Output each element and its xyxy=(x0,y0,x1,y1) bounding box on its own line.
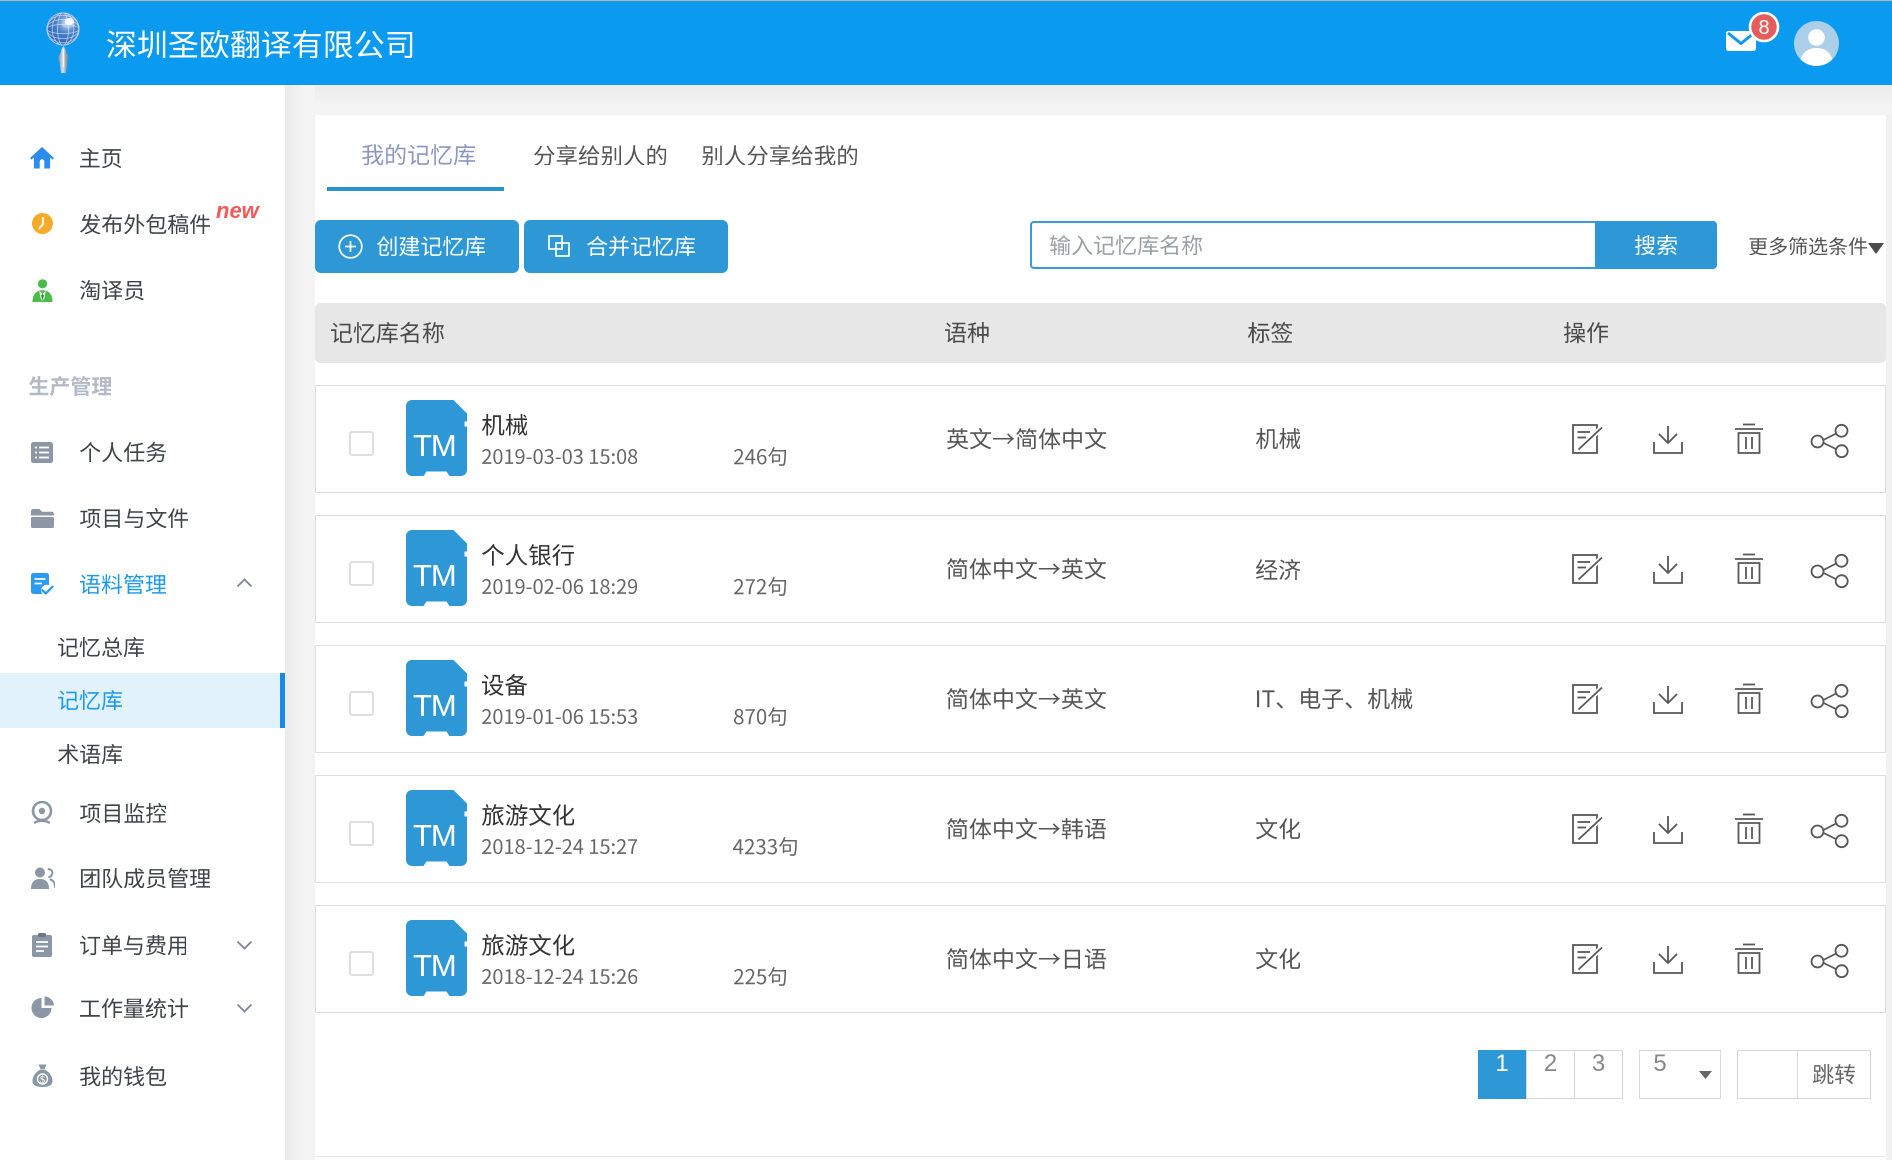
svg-text:TM: TM xyxy=(413,558,456,593)
svg-text:TM: TM xyxy=(413,688,456,723)
svg-text:TM: TM xyxy=(413,948,456,983)
svg-text:$: $ xyxy=(40,1075,45,1086)
svg-text:TM: TM xyxy=(413,818,456,853)
svg-text:8: 8 xyxy=(1758,17,1769,39)
svg-text:TM: TM xyxy=(413,428,456,463)
